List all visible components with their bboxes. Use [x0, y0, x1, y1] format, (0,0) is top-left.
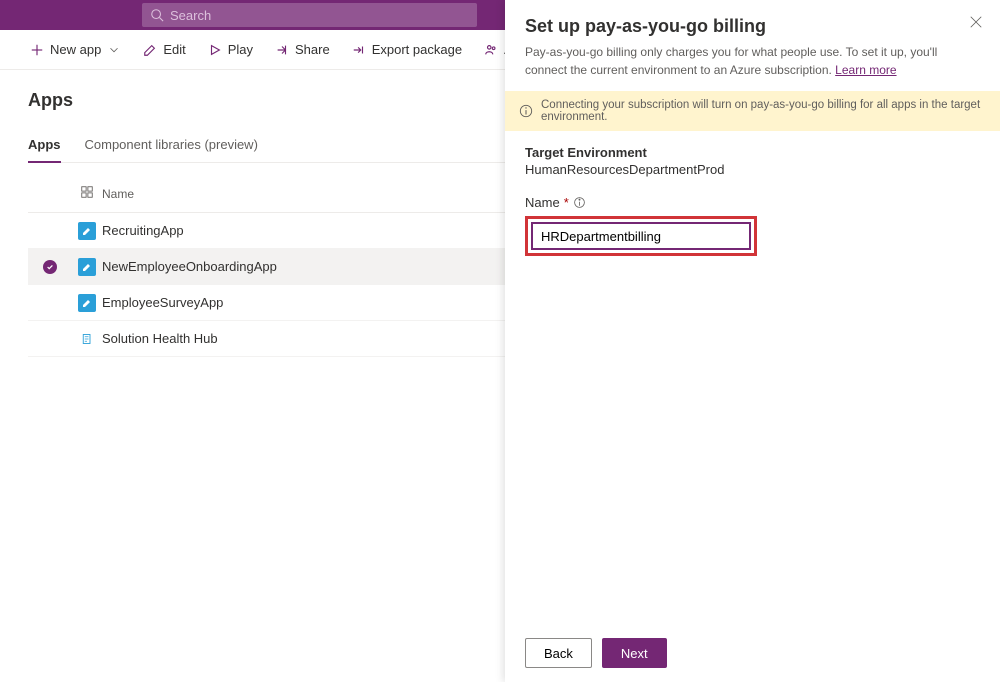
tab-apps[interactable]: Apps [28, 129, 61, 162]
global-search[interactable] [142, 3, 477, 27]
info-banner: Connecting your subscription will turn o… [505, 91, 1000, 131]
cmd-label: Share [295, 42, 330, 57]
play-button[interactable]: Play [198, 36, 263, 63]
teams-icon [484, 43, 498, 57]
close-icon [969, 15, 983, 29]
billing-panel: Set up pay-as-you-go billing Pay-as-you-… [505, 0, 1000, 682]
panel-description: Pay-as-you-go billing only charges you f… [525, 43, 980, 79]
export-icon [352, 43, 366, 57]
cmd-label: Export package [372, 42, 462, 57]
canvas-app-icon [78, 222, 96, 240]
solution-health-icon [78, 330, 96, 348]
search-input[interactable] [170, 8, 469, 23]
export-package-button[interactable]: Export package [342, 36, 472, 63]
highlight-annotation [525, 216, 757, 256]
new-app-button[interactable]: New app [20, 36, 131, 63]
cmd-label: Edit [163, 42, 185, 57]
name-field-label: Name * [525, 195, 980, 210]
next-button[interactable]: Next [602, 638, 667, 668]
info-icon[interactable] [573, 196, 586, 209]
cmd-label: New app [50, 42, 101, 57]
target-env-label: Target Environment [525, 145, 980, 160]
cmd-label: Play [228, 42, 253, 57]
back-button[interactable]: Back [525, 638, 592, 668]
share-icon [275, 43, 289, 57]
edit-button[interactable]: Edit [133, 36, 195, 63]
chevron-down-icon [107, 43, 121, 57]
close-button[interactable] [966, 12, 986, 32]
column-type-icon[interactable] [72, 185, 102, 202]
play-icon [208, 43, 222, 57]
pencil-icon [143, 43, 157, 57]
selected-check-icon [43, 260, 57, 274]
plus-icon [30, 43, 44, 57]
panel-title: Set up pay-as-you-go billing [525, 16, 980, 37]
canvas-app-icon [78, 294, 96, 312]
tab-component-libraries[interactable]: Component libraries (preview) [85, 129, 258, 162]
learn-more-link[interactable]: Learn more [835, 63, 896, 77]
share-button[interactable]: Share [265, 36, 340, 63]
billing-name-input[interactable] [531, 222, 751, 250]
banner-text: Connecting your subscription will turn o… [541, 99, 986, 123]
required-asterisk: * [564, 195, 569, 210]
canvas-app-icon [78, 258, 96, 276]
search-icon [150, 8, 164, 22]
target-env-value: HumanResourcesDepartmentProd [525, 162, 980, 177]
info-icon [519, 104, 533, 118]
